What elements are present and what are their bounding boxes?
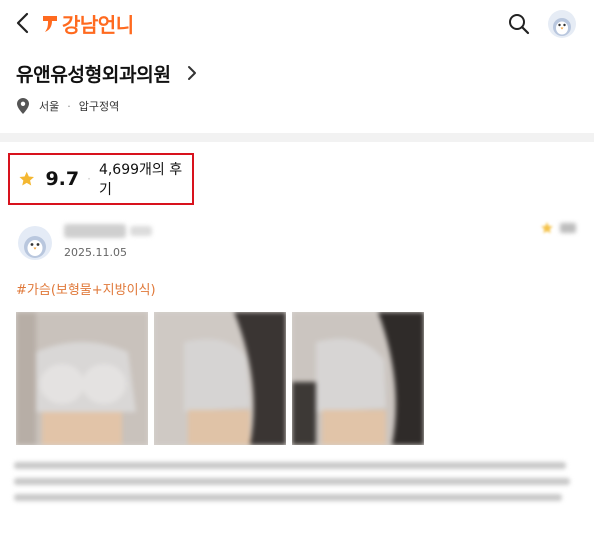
chevron-right-icon	[187, 66, 196, 80]
review-photo-image	[16, 312, 148, 445]
rating-score: 9.7	[45, 168, 80, 190]
location-pin-icon	[17, 98, 29, 114]
rating-summary[interactable]: 9.7 · 4,699개의 후기	[8, 153, 194, 205]
review-photo-image	[154, 312, 286, 445]
review-count: 4,699개의 후기	[98, 162, 183, 198]
chevron-left-icon	[16, 12, 29, 34]
rating-separator: ·	[87, 172, 91, 186]
search-button[interactable]	[506, 11, 532, 37]
penguin-avatar-icon	[553, 18, 571, 36]
profile-avatar[interactable]	[548, 10, 576, 38]
hospital-name: 유앤유성형외과의원	[16, 63, 171, 86]
review-body-blurred	[14, 462, 574, 510]
review-date: 2025.11.05	[64, 246, 127, 259]
reviewer-meta-blurred	[130, 226, 152, 236]
top-app-bar: 강남언니	[0, 0, 594, 46]
logo-text: 강남언니	[62, 12, 134, 37]
star-icon	[541, 222, 553, 234]
reviewer-avatar[interactable]	[18, 226, 52, 260]
penguin-avatar-icon	[24, 236, 46, 258]
review-photo-image	[292, 312, 424, 445]
location-city: 서울	[39, 100, 60, 113]
review-photo[interactable]	[16, 312, 148, 445]
review-photo[interactable]	[154, 312, 286, 445]
procedure-tag[interactable]: #가슴(보형물+지방이식)	[16, 279, 156, 298]
review-score-blurred	[560, 223, 576, 233]
search-icon	[509, 14, 530, 35]
logo-mark-icon	[43, 16, 57, 32]
location-row: 서울 · 압구정역	[17, 97, 119, 115]
back-button[interactable]	[10, 8, 38, 38]
section-divider	[0, 133, 594, 142]
location-area: 압구정역	[78, 100, 120, 113]
reviewer-nickname-blurred	[64, 224, 126, 238]
hospital-title-link[interactable]: 유앤유성형외과의원	[16, 56, 199, 90]
app-logo[interactable]: 강남언니	[42, 10, 134, 37]
star-icon	[19, 171, 34, 186]
review-photo[interactable]	[292, 312, 424, 445]
location-separator: ·	[67, 99, 71, 113]
